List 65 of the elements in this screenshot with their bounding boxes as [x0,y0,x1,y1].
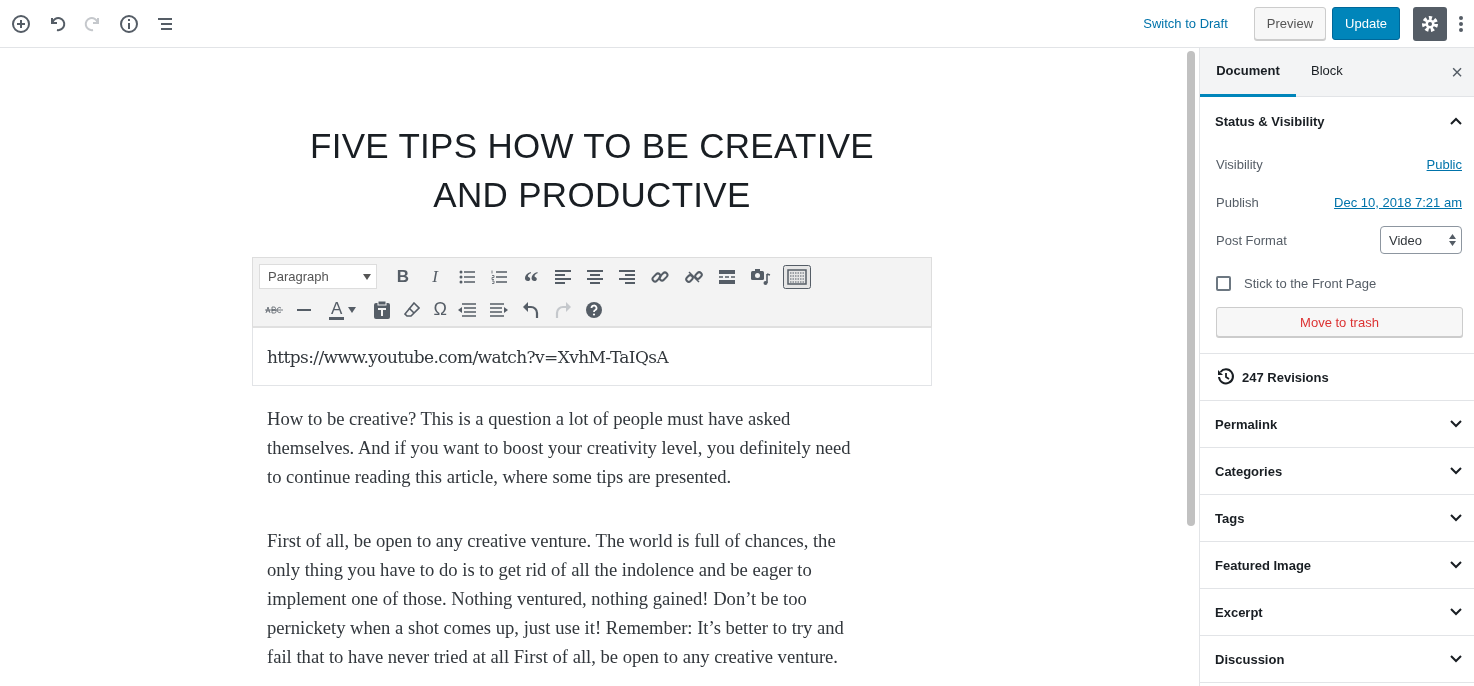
bold-button[interactable]: B [387,266,419,287]
bulleted-list-icon[interactable] [459,269,475,284]
scrollbar[interactable] [1187,51,1195,526]
undo-icon[interactable] [522,300,541,319]
chevron-icon[interactable] [1450,561,1462,569]
field-label: Visibility [1216,156,1263,172]
panel-title[interactable]: Permalink [1215,416,1278,432]
align-right-icon[interactable] [619,269,635,284]
sidebar-tab[interactable]: Block [1296,48,1358,97]
visibility-link[interactable]: Public [1426,156,1462,172]
close-button[interactable]: × [1451,60,1463,84]
field-label: Post Format [1216,232,1287,248]
add-block-icon[interactable] [11,13,31,34]
toolbar-toggle-icon[interactable] [783,264,811,289]
panel-title[interactable]: Categories [1215,463,1283,479]
move-to-trash-button[interactable]: Move to trash [1216,307,1463,337]
numbered-list-icon[interactable] [491,269,507,284]
caret-icon [363,273,371,280]
chevron-icon[interactable] [1450,608,1462,616]
more-options-icon[interactable] [1458,13,1464,34]
chevron-icon[interactable] [1450,467,1462,475]
revisions-link[interactable]: 247 Revisions [1242,369,1329,385]
paragraph[interactable]: How to be creative? This is a question a lot of people must have asked themselves. And if you want to boost your creativity level, you definitely need to continue reading this article, where some tips are presented. [267,404,917,491]
chevron-icon[interactable] [1450,117,1462,125]
up-down-arrows-icon [1449,234,1456,246]
eraser-icon[interactable] [404,301,421,318]
align-center-icon[interactable] [587,269,603,284]
post-format-select[interactable]: Video [1380,226,1462,254]
chevron-icon[interactable] [1450,420,1462,428]
panel-title[interactable]: Discussion [1215,651,1285,667]
embed-url-text[interactable]: https://www.youtube.com/watch?v=XvhM-TaIQsA [252,328,932,386]
info-icon[interactable] [119,13,139,34]
settings-button[interactable] [1413,6,1447,41]
special-character-button[interactable]: Ω [428,299,453,320]
publish-date-link[interactable]: Dec 10, 2018 7:21 am [1334,194,1462,210]
settings-icon [1420,13,1440,34]
italic-button[interactable]: I [419,266,451,287]
align-left-icon[interactable] [555,269,571,284]
strikethrough-icon[interactable] [265,304,283,315]
chevron-icon[interactable] [1450,514,1462,522]
panel-title[interactable]: Tags [1215,510,1245,526]
help-icon[interactable] [586,301,603,318]
history-icon [1217,368,1235,386]
post-title[interactable]: FIVE TIPS HOW TO BE CREATIVE AND PRODUCTIVE [282,121,902,219]
outdent-icon[interactable] [458,302,477,317]
field-label: Publish [1216,194,1259,210]
checkbox-label[interactable]: Stick to the Front Page [1244,275,1377,291]
sidebar-tab[interactable]: Document [1200,48,1296,97]
panel-title[interactable]: Featured Image [1215,557,1312,573]
update-button[interactable]: Update [1332,7,1400,40]
read-more-icon[interactable] [719,269,735,284]
panel-title[interactable]: Excerpt [1215,604,1263,620]
checkbox[interactable] [1216,275,1231,291]
indent-icon[interactable] [490,302,509,317]
panel-title[interactable]: Status & Visibility [1215,113,1325,129]
switch-to-draft-link[interactable]: Switch to Draft [1143,16,1228,31]
preview-button[interactable]: Preview [1253,7,1327,40]
paste-text-icon[interactable] [374,300,391,319]
media-icon[interactable] [751,267,771,286]
chevron-icon[interactable] [1450,655,1462,663]
paragraph[interactable]: First of all, be open to any creative venture. The world is full of chances, the only thing you have to do is to get rid of all the indolence and be eager to implement one of those. Nothing ventured, nothing gained! Don’t be too pernickety when a shot comes up, just use it! Remember: It’s better to try and fail that to have never tried at all First of all, be open to any creative venture. [267,526,917,671]
text-color-button[interactable]: A [329,299,345,320]
caret-icon[interactable] [348,306,357,313]
blockquote-button[interactable]: “ [515,264,547,289]
format-select[interactable]: Paragraph [259,264,377,289]
